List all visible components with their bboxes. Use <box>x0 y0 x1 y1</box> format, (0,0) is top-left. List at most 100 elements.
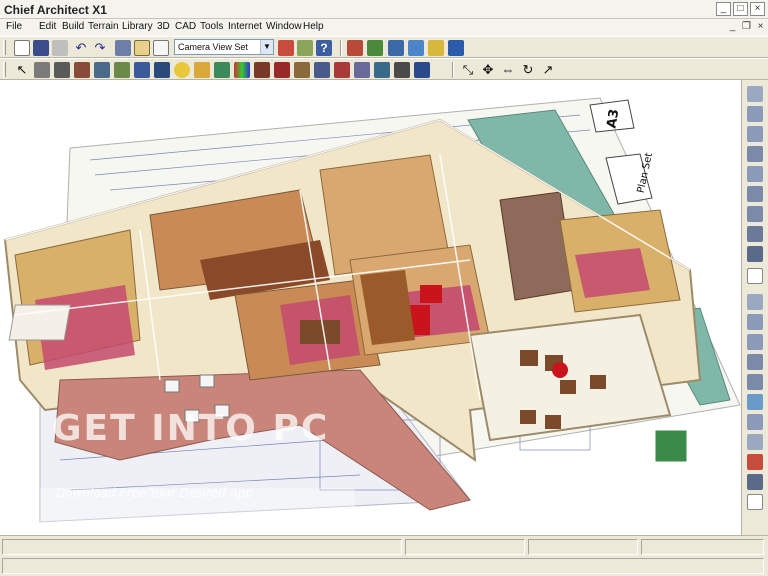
roof-tool-icon[interactable] <box>254 62 270 78</box>
toolbar-grip[interactable] <box>3 62 6 77</box>
menu-bar: File Edit Build Terrain Library 3D CAD T… <box>0 19 768 36</box>
room-tool-icon[interactable] <box>54 62 70 78</box>
zoom-fit-icon[interactable] <box>747 146 763 162</box>
checkbox-icon[interactable] <box>153 40 169 56</box>
light-tool-icon[interactable] <box>174 62 190 78</box>
page-icon[interactable] <box>747 268 763 284</box>
mdi-close-button[interactable]: × <box>754 20 767 33</box>
menu-library[interactable]: Library <box>122 21 153 32</box>
window-title: Chief Architect X1 <box>4 3 107 17</box>
redo-icon[interactable]: ↷ <box>92 40 108 56</box>
window-tool-icon[interactable] <box>114 62 130 78</box>
save-icon[interactable] <box>33 40 49 56</box>
toolbar-separator <box>340 40 342 56</box>
menu-window[interactable]: Window <box>266 21 302 32</box>
fireplace-tool-icon[interactable] <box>274 62 290 78</box>
door-tool-icon[interactable] <box>94 62 110 78</box>
plan-view-icon[interactable] <box>388 40 404 56</box>
tools-wrench-icon[interactable] <box>115 40 131 56</box>
menu-tools[interactable]: Tools <box>200 21 223 32</box>
wall-tool-icon[interactable] <box>34 62 50 78</box>
title-bar: Chief Architect X1 _ □ × <box>0 0 768 19</box>
reshape-icon[interactable]: ↗ <box>540 62 556 78</box>
grid-icon[interactable] <box>747 434 763 450</box>
view-tool-1-icon[interactable] <box>747 86 763 102</box>
edit-arrow-icon[interactable]: ⤡ <box>460 62 476 78</box>
angle-snap-icon[interactable] <box>747 494 763 510</box>
mdi-restore-button[interactable]: ❐ <box>740 20 753 33</box>
paint-tool-icon[interactable] <box>214 62 230 78</box>
layer-icon[interactable] <box>747 294 763 310</box>
dimension-tool-icon[interactable] <box>354 62 370 78</box>
camera-tool-icon[interactable] <box>154 62 170 78</box>
watermark-subtitle: Download Free Your Desired App <box>56 486 253 500</box>
select-arrow-icon[interactable]: ↖ <box>14 62 30 78</box>
standard-toolbar: ↶ ↷ Camera View Set ▼ ? <box>0 36 768 58</box>
build-toolbar: ↖ ⤡ ✥ ⇔ ↻ ↗ <box>0 58 768 80</box>
watermark-title: GET INTO PC <box>52 408 330 449</box>
help-icon[interactable]: ? <box>316 40 332 56</box>
fly-icon[interactable] <box>747 226 763 242</box>
material-tool-icon[interactable] <box>234 62 250 78</box>
window-view-icon[interactable] <box>408 40 424 56</box>
display-icon[interactable] <box>747 314 763 330</box>
toolbar-grip[interactable] <box>3 40 6 55</box>
menu-file[interactable]: File <box>6 21 22 32</box>
pan-icon[interactable] <box>747 166 763 182</box>
status-coordinates-pane <box>641 539 764 555</box>
menu-terrain[interactable]: Terrain <box>88 21 119 32</box>
mdi-minimize-button[interactable]: _ <box>726 20 739 33</box>
zoom-out-icon[interactable] <box>747 126 763 142</box>
stairs-tool-icon[interactable] <box>134 62 150 78</box>
close-button[interactable]: × <box>750 2 765 16</box>
menu-internet[interactable]: Internet <box>228 21 262 32</box>
drawing-canvas[interactable]: A3 Plan Set GET INTO PC Download Free Yo… <box>0 80 741 535</box>
pencil-view-icon[interactable] <box>428 40 444 56</box>
brand-logo <box>654 429 688 463</box>
resize-icon[interactable]: ⇔ <box>500 62 516 78</box>
status-layer-pane <box>405 539 525 555</box>
chevron-down-icon[interactable]: ▼ <box>260 40 273 54</box>
render-icon[interactable] <box>747 354 763 370</box>
walk-icon[interactable] <box>747 206 763 222</box>
framing-tool-icon[interactable] <box>334 62 350 78</box>
dimension-icon[interactable] <box>134 40 150 56</box>
camera-icon[interactable] <box>278 40 294 56</box>
new-file-icon[interactable] <box>14 40 30 56</box>
toolbar-separator <box>452 62 454 78</box>
text-tool-icon[interactable] <box>194 62 210 78</box>
layout-view-icon[interactable] <box>448 40 464 56</box>
plumbing-tool-icon[interactable] <box>294 62 310 78</box>
move-icon[interactable]: ✥ <box>480 62 496 78</box>
maximize-button[interactable]: □ <box>733 2 748 16</box>
menu-build[interactable]: Build <box>62 21 84 32</box>
spring-icon[interactable] <box>747 414 763 430</box>
library-icon[interactable] <box>297 40 313 56</box>
undo-icon[interactable]: ↶ <box>73 40 89 56</box>
menu-cad[interactable]: CAD <box>175 21 196 32</box>
status-floor-pane <box>528 539 638 555</box>
menu-help[interactable]: Help <box>303 21 324 32</box>
material-icon[interactable] <box>747 334 763 350</box>
dimension-icon[interactable] <box>747 474 763 490</box>
snap-icon[interactable] <box>747 454 763 470</box>
cad-tool-icon[interactable] <box>374 62 390 78</box>
lighting-icon[interactable] <box>747 374 763 390</box>
print-icon[interactable] <box>52 40 68 56</box>
camera-view-select[interactable]: Camera View Set ▼ <box>174 39 274 55</box>
orbit-icon[interactable] <box>747 186 763 202</box>
menu-3d[interactable]: 3D <box>157 21 170 32</box>
minimize-button[interactable]: _ <box>716 2 731 16</box>
floor-up-icon[interactable] <box>747 394 763 410</box>
cabinet-tool-icon[interactable] <box>74 62 90 78</box>
redraw-icon[interactable] <box>747 246 763 262</box>
terrain-tool-icon[interactable] <box>394 62 410 78</box>
rotate-icon[interactable]: ↻ <box>520 62 536 78</box>
terrain-view-icon[interactable] <box>367 40 383 56</box>
elevation-view-icon[interactable] <box>347 40 363 56</box>
electrical-tool-icon[interactable] <box>314 62 330 78</box>
object-tool-icon[interactable] <box>414 62 430 78</box>
zoom-in-icon[interactable] <box>747 106 763 122</box>
menu-edit[interactable]: Edit <box>39 21 56 32</box>
bed <box>8 304 71 341</box>
